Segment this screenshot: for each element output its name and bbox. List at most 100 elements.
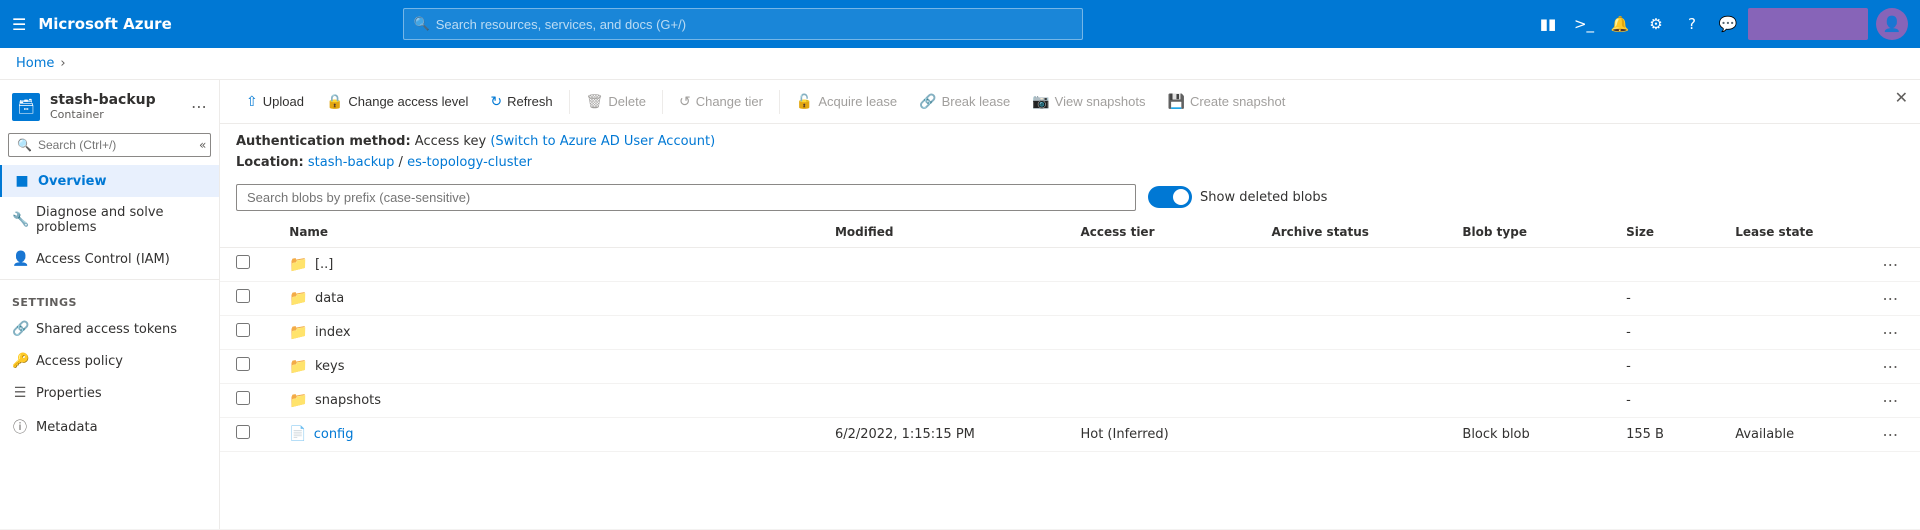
row-name[interactable]: snapshots	[315, 393, 381, 408]
settings-icon[interactable]: ⚙	[1640, 8, 1672, 40]
iam-icon: 👤	[12, 251, 28, 267]
col-tier-header[interactable]: Access tier	[1068, 217, 1259, 248]
sidebar-item-diagnose[interactable]: 🔧 Diagnose and solve problems	[0, 197, 219, 243]
sidebar-item-access-policy[interactable]: 🔑 Access policy	[0, 345, 219, 377]
row-menu-cell: ⋯	[1863, 349, 1920, 383]
location-link2[interactable]: es-topology-cluster	[407, 155, 532, 170]
row-archive-status	[1259, 383, 1450, 417]
row-checkbox[interactable]	[236, 391, 250, 405]
main-panel: ✕ ⇧ Upload 🔒 Change access level ↻ Refre…	[220, 80, 1920, 529]
row-blob-type	[1450, 247, 1614, 281]
row-menu-icon[interactable]: ⋯	[1882, 425, 1900, 444]
global-search[interactable]: 🔍	[403, 8, 1083, 40]
table-row: 📁 snapshots - ⋯	[220, 383, 1920, 417]
row-lease-state	[1723, 315, 1862, 349]
row-lease-state	[1723, 247, 1862, 281]
row-name-cell: 📁 data	[277, 281, 823, 315]
row-checkbox[interactable]	[236, 289, 250, 303]
change-tier-button[interactable]: ↺ Change tier	[669, 88, 773, 115]
user-avatar[interactable]	[1748, 8, 1868, 40]
sidebar-item-shared-access-tokens[interactable]: 🔗 Shared access tokens	[0, 313, 219, 345]
row-access-tier	[1068, 383, 1259, 417]
shared-access-icon: 🔗	[12, 321, 28, 337]
row-lease-state	[1723, 383, 1862, 417]
table-header-row: Name Modified Access tier Archive status…	[220, 217, 1920, 248]
notifications-icon[interactable]: 🔔	[1604, 8, 1636, 40]
row-size: -	[1614, 315, 1723, 349]
row-size: -	[1614, 383, 1723, 417]
row-checkbox[interactable]	[236, 255, 250, 269]
view-snapshots-icon: 📷	[1032, 93, 1049, 110]
sidebar-item-metadata[interactable]: ⓘ Metadata	[0, 409, 219, 445]
col-lease-header[interactable]: Lease state	[1723, 217, 1862, 248]
col-blobtype-header[interactable]: Blob type	[1450, 217, 1614, 248]
user-icon[interactable]: 👤	[1876, 8, 1908, 40]
info-bar: Authentication method: Access key (Switc…	[220, 124, 1920, 178]
col-size-header[interactable]: Size	[1614, 217, 1723, 248]
sidebar-item-label: Metadata	[36, 420, 98, 435]
location-link1[interactable]: stash-backup	[308, 155, 395, 170]
sidebar-item-iam[interactable]: 👤 Access Control (IAM)	[0, 243, 219, 275]
row-menu-icon[interactable]: ⋯	[1882, 391, 1900, 410]
global-search-input[interactable]	[436, 17, 1072, 32]
portal-icon[interactable]: ▮▮	[1532, 8, 1564, 40]
row-modified	[823, 315, 1069, 349]
sidebar-item-overview[interactable]: ■ Overview	[0, 165, 219, 197]
close-button[interactable]: ✕	[1895, 88, 1908, 107]
view-snapshots-button[interactable]: 📷 View snapshots	[1022, 88, 1155, 115]
blob-table-container: Name Modified Access tier Archive status…	[220, 217, 1920, 529]
row-name[interactable]: [..]	[315, 257, 333, 272]
folder-icon: 📁	[289, 289, 308, 307]
resource-icon: 🗃	[12, 93, 40, 121]
toolbar-divider-2	[662, 90, 663, 114]
settings-section-label: Settings	[0, 284, 219, 313]
row-menu-icon[interactable]: ⋯	[1882, 357, 1900, 376]
acquire-lease-button[interactable]: 🔓 Acquire lease	[786, 88, 907, 115]
col-name-header[interactable]: Name	[277, 217, 823, 248]
row-name[interactable]: keys	[315, 359, 345, 374]
row-name[interactable]: data	[315, 291, 344, 306]
row-checkbox[interactable]	[236, 357, 250, 371]
brand-name: Microsoft Azure	[38, 15, 171, 33]
row-checkbox[interactable]	[236, 425, 250, 439]
row-name[interactable]: config	[314, 427, 354, 442]
tier-icon: ↺	[679, 93, 691, 110]
create-snapshot-button[interactable]: 💾 Create snapshot	[1158, 88, 1296, 115]
row-menu-icon[interactable]: ⋯	[1882, 323, 1900, 342]
auth-link[interactable]: (Switch to Azure AD User Account)	[490, 134, 715, 149]
col-archive-header[interactable]: Archive status	[1259, 217, 1450, 248]
row-blob-type	[1450, 349, 1614, 383]
cloud-shell-icon[interactable]: >_	[1568, 8, 1600, 40]
sidebar-collapse-icon[interactable]: «	[199, 138, 206, 152]
row-archive-status	[1259, 349, 1450, 383]
row-blob-type	[1450, 315, 1614, 349]
feedback-icon[interactable]: 💬	[1712, 8, 1744, 40]
row-access-tier	[1068, 349, 1259, 383]
sidebar-item-properties[interactable]: ☰ Properties	[0, 377, 219, 409]
row-checkbox[interactable]	[236, 323, 250, 337]
change-access-button[interactable]: 🔒 Change access level	[316, 88, 478, 115]
sidebar-item-label: Shared access tokens	[36, 322, 177, 337]
row-name[interactable]: index	[315, 325, 351, 340]
row-lease-state	[1723, 281, 1862, 315]
breadcrumb-home[interactable]: Home	[16, 56, 54, 71]
delete-button[interactable]: 🗑 Delete	[576, 88, 656, 115]
blob-search-input[interactable]	[236, 184, 1136, 211]
show-deleted-toggle[interactable]	[1148, 186, 1192, 208]
break-lease-button[interactable]: 🔗 Break lease	[909, 88, 1020, 115]
sidebar-item-label: Access Control (IAM)	[36, 252, 170, 267]
upload-button[interactable]: ⇧ Upload	[236, 88, 314, 115]
col-modified-header[interactable]: Modified	[823, 217, 1069, 248]
sidebar-search-container[interactable]: 🔍 «	[8, 133, 211, 157]
resource-menu-icon[interactable]: ⋯	[191, 97, 207, 116]
resource-title: stash-backup	[50, 92, 156, 108]
help-icon[interactable]: ?	[1676, 8, 1708, 40]
refresh-button[interactable]: ↻ Refresh	[480, 88, 562, 115]
row-checkbox-cell	[220, 383, 277, 417]
sidebar-search-input[interactable]	[38, 138, 193, 152]
hamburger-icon[interactable]: ☰	[12, 15, 26, 34]
row-checkbox-cell	[220, 281, 277, 315]
row-menu-icon[interactable]: ⋯	[1882, 289, 1900, 308]
row-menu-icon[interactable]: ⋯	[1882, 255, 1900, 274]
toolbar-divider-3	[779, 90, 780, 114]
